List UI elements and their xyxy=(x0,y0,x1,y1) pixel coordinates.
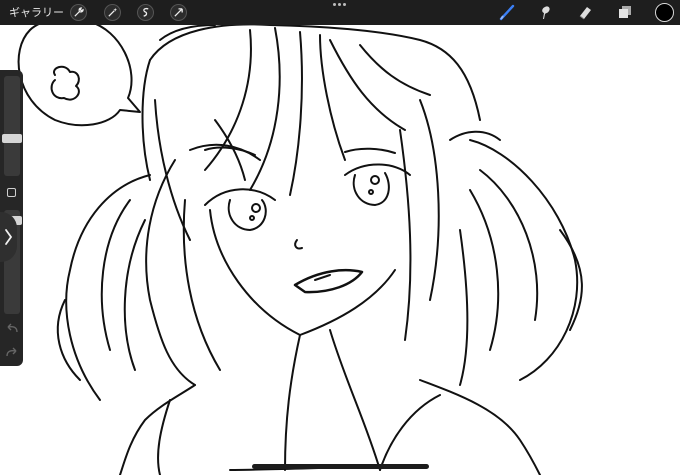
wrench-icon[interactable] xyxy=(70,4,87,21)
layers-icon[interactable] xyxy=(616,3,635,22)
more-options-icon[interactable] xyxy=(333,3,346,6)
selection-icon[interactable] xyxy=(137,4,154,21)
magic-wand-icon[interactable] xyxy=(104,4,121,21)
smudge-icon[interactable] xyxy=(536,3,555,22)
gallery-button[interactable]: ギャラリー xyxy=(9,5,64,20)
drawing-canvas[interactable] xyxy=(0,0,680,475)
eraser-icon[interactable] xyxy=(576,3,595,22)
transform-icon[interactable] xyxy=(170,4,187,21)
color-picker-swatch[interactable] xyxy=(655,3,674,22)
brush-size-thumb[interactable] xyxy=(2,134,22,143)
sidebar-toggle-tab[interactable] xyxy=(0,212,17,262)
modify-button[interactable] xyxy=(7,188,16,197)
brush-size-slider[interactable] xyxy=(2,76,22,176)
sketch-artwork xyxy=(17,17,583,475)
chevron-right-icon xyxy=(5,229,13,245)
top-toolbar: ギャラリー xyxy=(0,0,680,25)
undo-icon[interactable] xyxy=(5,322,19,334)
brush-icon[interactable] xyxy=(498,3,517,22)
redo-icon[interactable] xyxy=(5,346,19,358)
home-indicator[interactable] xyxy=(252,464,429,469)
